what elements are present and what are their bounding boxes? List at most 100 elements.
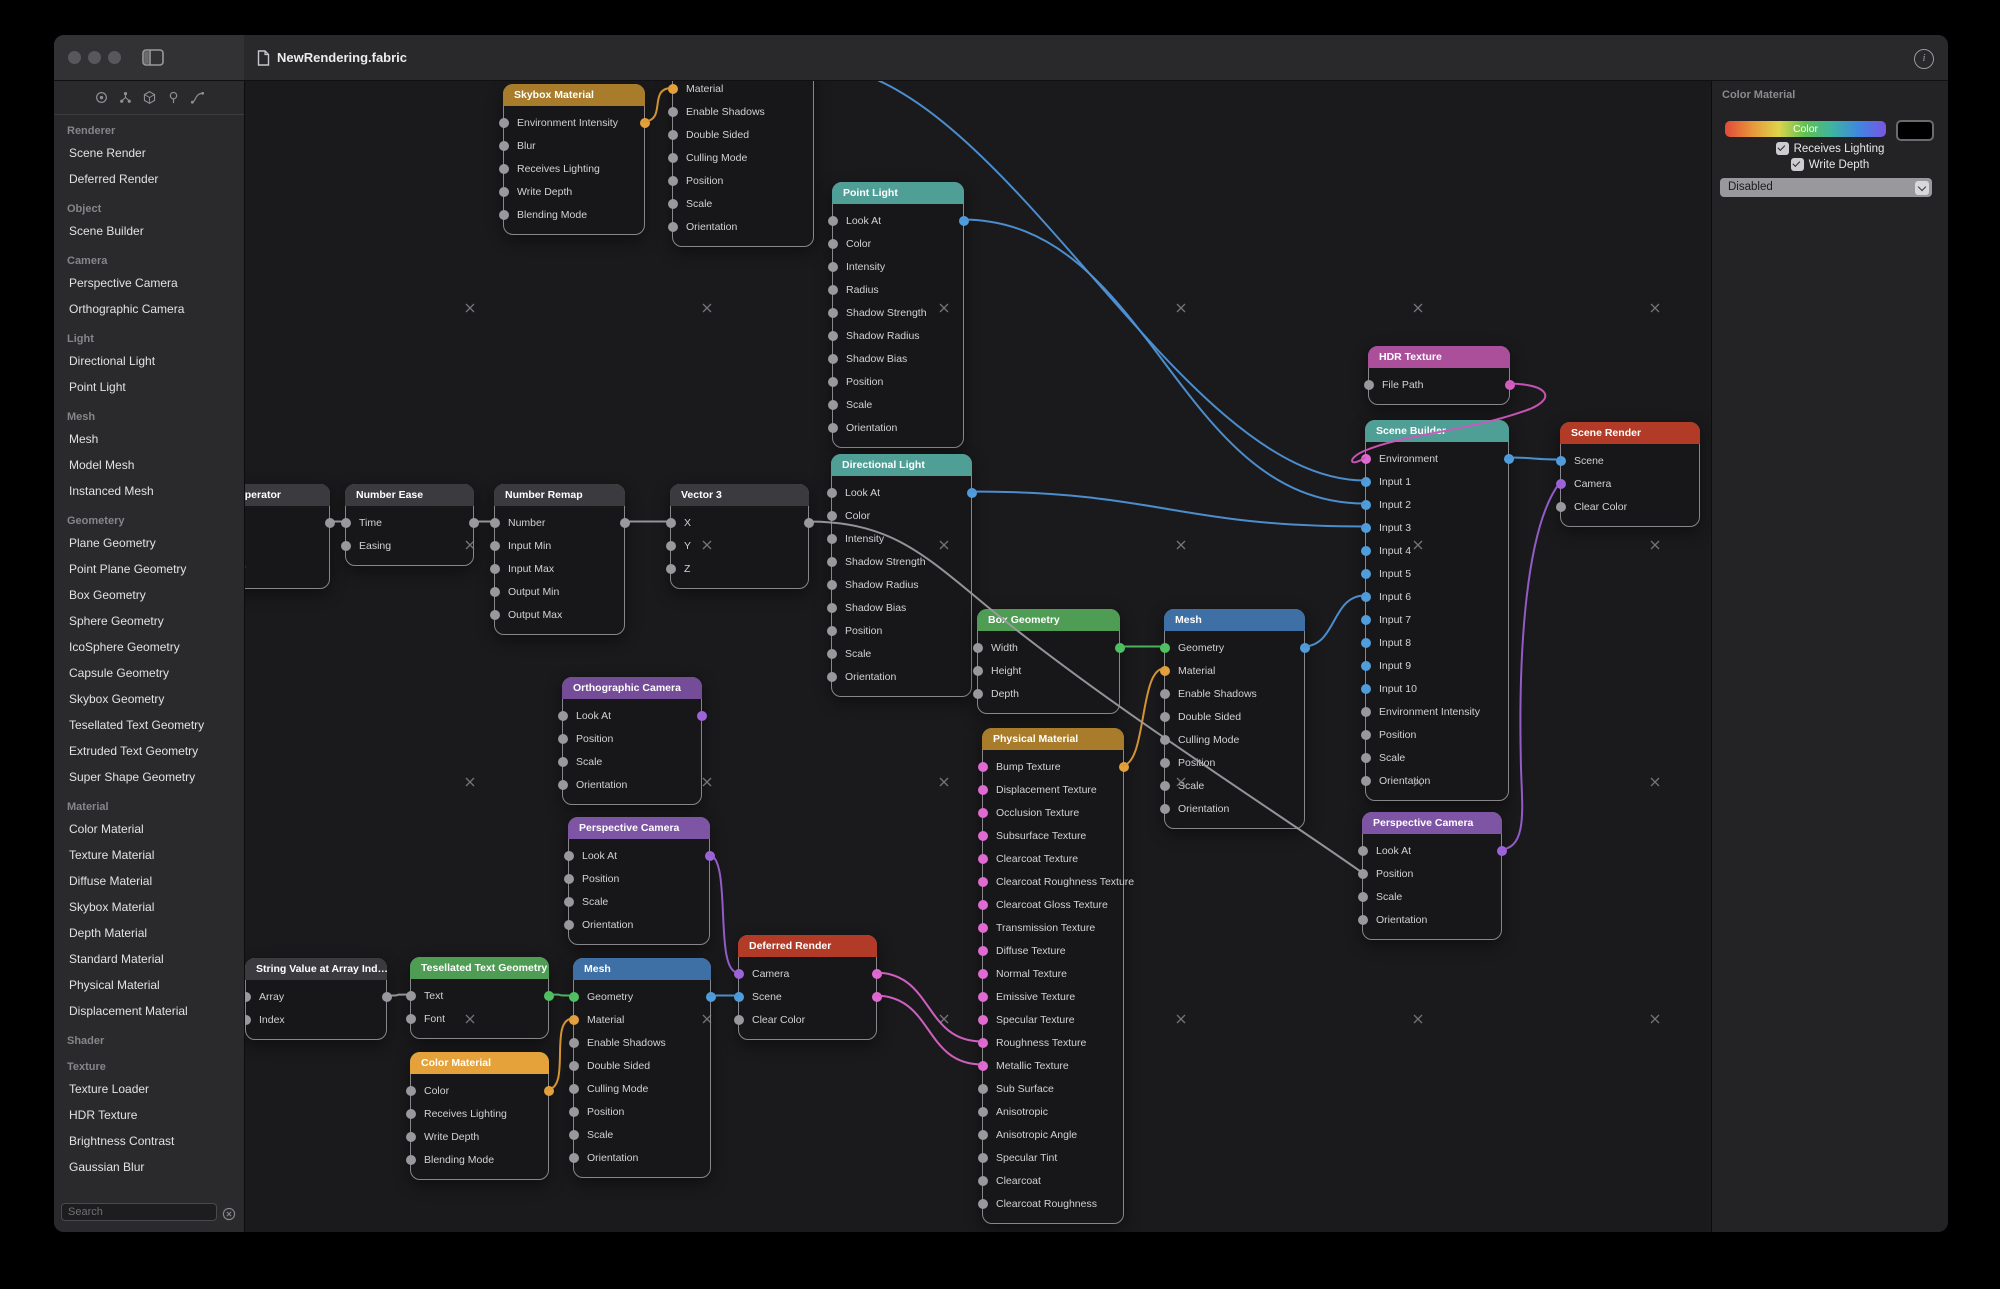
checkbox-receives-lighting[interactable]	[1776, 142, 1789, 155]
output-port[interactable]	[697, 711, 707, 721]
input-port[interactable]	[564, 851, 574, 861]
input-port[interactable]	[827, 603, 837, 613]
node-orthographic-camera[interactable]: Orthographic CameraLook AtPositionScaleO…	[562, 677, 702, 805]
node-perspective-camera-1[interactable]: Perspective CameraLook AtPositionScaleOr…	[568, 817, 710, 945]
node-title[interactable]: Directional Light	[831, 454, 972, 476]
input-port[interactable]	[569, 1107, 579, 1117]
sidebar-item-instanced-mesh[interactable]: Instanced Mesh	[54, 479, 244, 505]
output-port[interactable]	[705, 851, 715, 861]
input-port[interactable]	[827, 557, 837, 567]
sidebar-item-tesellated-text-geometry[interactable]: Tesellated Text Geometry	[54, 713, 244, 739]
node-title[interactable]: Number Ease	[345, 484, 474, 506]
input-port[interactable]	[828, 423, 838, 433]
node-title[interactable]: Perspective Camera	[1362, 812, 1502, 834]
input-port[interactable]	[827, 511, 837, 521]
output-port[interactable]	[1504, 454, 1514, 464]
sidebar-item-brightness-contrast[interactable]: Brightness Contrast	[54, 1129, 244, 1155]
sidebar-item-directional-light[interactable]: Directional Light	[54, 349, 244, 375]
input-port[interactable]	[1160, 643, 1170, 653]
input-port[interactable]	[564, 920, 574, 930]
node-graph-canvas[interactable]: MeshGeometryMaterialEnable ShadowsDouble…	[244, 80, 1712, 1232]
input-port[interactable]	[734, 969, 744, 979]
input-port[interactable]	[828, 400, 838, 410]
node-perspective-camera-2[interactable]: Perspective CameraLook AtPositionScaleOr…	[1362, 812, 1502, 940]
input-port[interactable]	[1361, 454, 1371, 464]
input-port[interactable]	[978, 923, 988, 933]
sidebar-item-capsule-geometry[interactable]: Capsule Geometry	[54, 661, 244, 687]
output-port[interactable]	[382, 992, 392, 1002]
input-port[interactable]	[1361, 477, 1371, 487]
node-hdr-texture[interactable]: HDR TextureFile Path	[1368, 346, 1510, 405]
input-port[interactable]	[1358, 892, 1368, 902]
input-port[interactable]	[490, 610, 500, 620]
node-box-geometry[interactable]: Box GeometryWidthHeightDepth	[977, 609, 1120, 714]
input-port[interactable]	[1361, 523, 1371, 533]
sidebar-item-texture-material[interactable]: Texture Material	[54, 843, 244, 869]
output-port[interactable]	[967, 488, 977, 498]
input-port[interactable]	[1556, 479, 1566, 489]
node-title[interactable]: Vector 3	[670, 484, 809, 506]
node-string-value-at-array-index[interactable]: String Value at Array Ind…ArrayIndex	[245, 958, 387, 1040]
input-port[interactable]	[558, 711, 568, 721]
input-port[interactable]	[828, 331, 838, 341]
zoom-button[interactable]	[108, 51, 121, 64]
input-port[interactable]	[1361, 730, 1371, 740]
input-port[interactable]	[1361, 776, 1371, 786]
input-port[interactable]	[978, 1153, 988, 1163]
node-title[interactable]: Scene Builder	[1365, 420, 1509, 442]
input-port[interactable]	[1361, 753, 1371, 763]
input-port[interactable]	[978, 1084, 988, 1094]
output-port[interactable]	[706, 992, 716, 1002]
input-port[interactable]	[978, 946, 988, 956]
node-title[interactable]: Color Material	[410, 1052, 549, 1074]
node-scene-builder[interactable]: Scene BuilderEnvironmentInput 1Input 2In…	[1365, 420, 1509, 801]
input-port[interactable]	[490, 587, 500, 597]
sidebar-item-perspective-camera[interactable]: Perspective Camera	[54, 271, 244, 297]
output-port[interactable]	[469, 518, 479, 528]
node-mesh-top[interactable]: MeshGeometryMaterialEnable ShadowsDouble…	[672, 80, 814, 247]
input-port[interactable]	[564, 874, 574, 884]
input-port[interactable]	[827, 626, 837, 636]
node-graph-icon[interactable]	[118, 90, 133, 105]
color-swatch[interactable]	[1896, 120, 1934, 141]
input-port[interactable]	[569, 1015, 579, 1025]
node-point-light[interactable]: Point LightLook AtColorIntensityRadiusSh…	[832, 182, 964, 448]
output-port[interactable]	[1300, 643, 1310, 653]
sidebar-item-scene-render[interactable]: Scene Render	[54, 141, 244, 167]
input-port[interactable]	[1358, 869, 1368, 879]
node-binary-operator[interactable]: Binary OperatorNumberNumberOperator	[244, 484, 330, 589]
sidebar-item-hdr-texture[interactable]: HDR Texture	[54, 1103, 244, 1129]
node-title[interactable]: Mesh	[573, 958, 711, 980]
input-port[interactable]	[828, 285, 838, 295]
node-title[interactable]: Deferred Render	[738, 935, 877, 957]
input-port[interactable]	[564, 897, 574, 907]
output-port[interactable]	[1497, 846, 1507, 856]
input-port[interactable]	[828, 377, 838, 387]
sidebar-item-super-shape-geometry[interactable]: Super Shape Geometry	[54, 765, 244, 791]
node-title[interactable]: Scene Render	[1560, 422, 1700, 444]
input-port[interactable]	[569, 1038, 579, 1048]
input-port[interactable]	[1361, 592, 1371, 602]
input-port[interactable]	[827, 580, 837, 590]
sidebar-item-color-material[interactable]: Color Material	[54, 817, 244, 843]
node-title[interactable]: Orthographic Camera	[562, 677, 702, 699]
clear-search-icon[interactable]	[222, 1207, 236, 1221]
input-port[interactable]	[978, 762, 988, 772]
input-port[interactable]	[668, 199, 678, 209]
node-title[interactable]: Physical Material	[982, 728, 1124, 750]
sidebar-item-texture-loader[interactable]: Texture Loader	[54, 1077, 244, 1103]
input-port[interactable]	[1361, 707, 1371, 717]
input-port[interactable]	[1556, 456, 1566, 466]
node-title[interactable]: Point Light	[832, 182, 964, 204]
input-port[interactable]	[499, 164, 509, 174]
input-port[interactable]	[978, 1130, 988, 1140]
input-port[interactable]	[1358, 915, 1368, 925]
input-port[interactable]	[558, 757, 568, 767]
input-port[interactable]	[978, 992, 988, 1002]
input-port[interactable]	[978, 877, 988, 887]
pin-icon[interactable]	[166, 90, 181, 105]
input-port[interactable]	[668, 222, 678, 232]
input-port[interactable]	[668, 130, 678, 140]
input-port[interactable]	[1160, 781, 1170, 791]
cube-icon[interactable]	[142, 90, 157, 105]
